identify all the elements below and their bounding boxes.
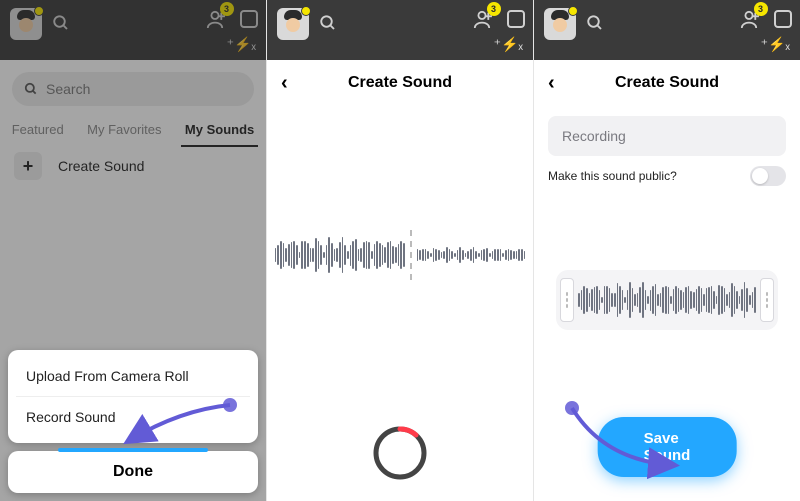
action-sheet: Upload From Camera Roll Record Sound Don… — [8, 350, 258, 493]
panel-record: 3 ⁺⚡ₓ ‹ Create Sound — [267, 0, 534, 501]
app-topbar: 3 ⁺⚡ₓ — [534, 0, 800, 60]
make-public-label: Make this sound public? — [548, 169, 677, 183]
create-sound-header: ‹ Create Sound — [267, 60, 533, 106]
sound-name-placeholder: Recording — [562, 128, 626, 144]
story-indicator-icon — [568, 6, 578, 16]
create-sound-header: ‹ Create Sound — [534, 60, 800, 106]
add-friend-icon[interactable]: 3 — [738, 10, 760, 33]
page-title: Create Sound — [615, 74, 719, 92]
panel-sounds-list: 3 ⁺⚡ₓ Search Featured My Favorites My So… — [0, 0, 267, 501]
page-title: Create Sound — [348, 74, 452, 92]
record-button[interactable] — [372, 425, 428, 481]
sheet-record-sound[interactable]: Record Sound — [8, 397, 258, 437]
add-friend-icon[interactable]: 3 — [471, 10, 493, 33]
back-button[interactable]: ‹ — [281, 72, 288, 95]
flash-icon[interactable]: ⁺⚡ₓ — [494, 36, 523, 53]
search-icon[interactable] — [319, 14, 337, 32]
flash-icon[interactable]: ⁺⚡ₓ — [761, 36, 790, 53]
search-icon[interactable] — [586, 14, 604, 32]
save-sound-button[interactable]: Save Sound — [598, 417, 737, 477]
make-public-toggle[interactable] — [750, 166, 786, 186]
profile-avatar[interactable] — [277, 8, 309, 40]
panel-save: 3 ⁺⚡ₓ ‹ Create Sound Recording Make this… — [534, 0, 800, 501]
notification-badge: 3 — [754, 2, 768, 16]
app-topbar: 3 ⁺⚡ₓ — [267, 0, 533, 60]
trim-handle-left[interactable] — [560, 278, 574, 322]
story-indicator-icon — [301, 6, 311, 16]
notification-badge: 3 — [487, 2, 501, 16]
sound-name-input[interactable]: Recording — [548, 116, 786, 156]
sheet-upload-camera-roll[interactable]: Upload From Camera Roll — [8, 356, 258, 396]
profile-avatar[interactable] — [544, 8, 576, 40]
lens-frame-icon[interactable] — [507, 10, 525, 28]
sheet-done-button[interactable]: Done — [8, 451, 258, 493]
trim-waveform[interactable] — [556, 270, 778, 330]
lens-frame-icon[interactable] — [774, 10, 792, 28]
back-button[interactable]: ‹ — [548, 72, 555, 95]
recording-waveform — [275, 230, 525, 280]
trim-handle-right[interactable] — [760, 278, 774, 322]
